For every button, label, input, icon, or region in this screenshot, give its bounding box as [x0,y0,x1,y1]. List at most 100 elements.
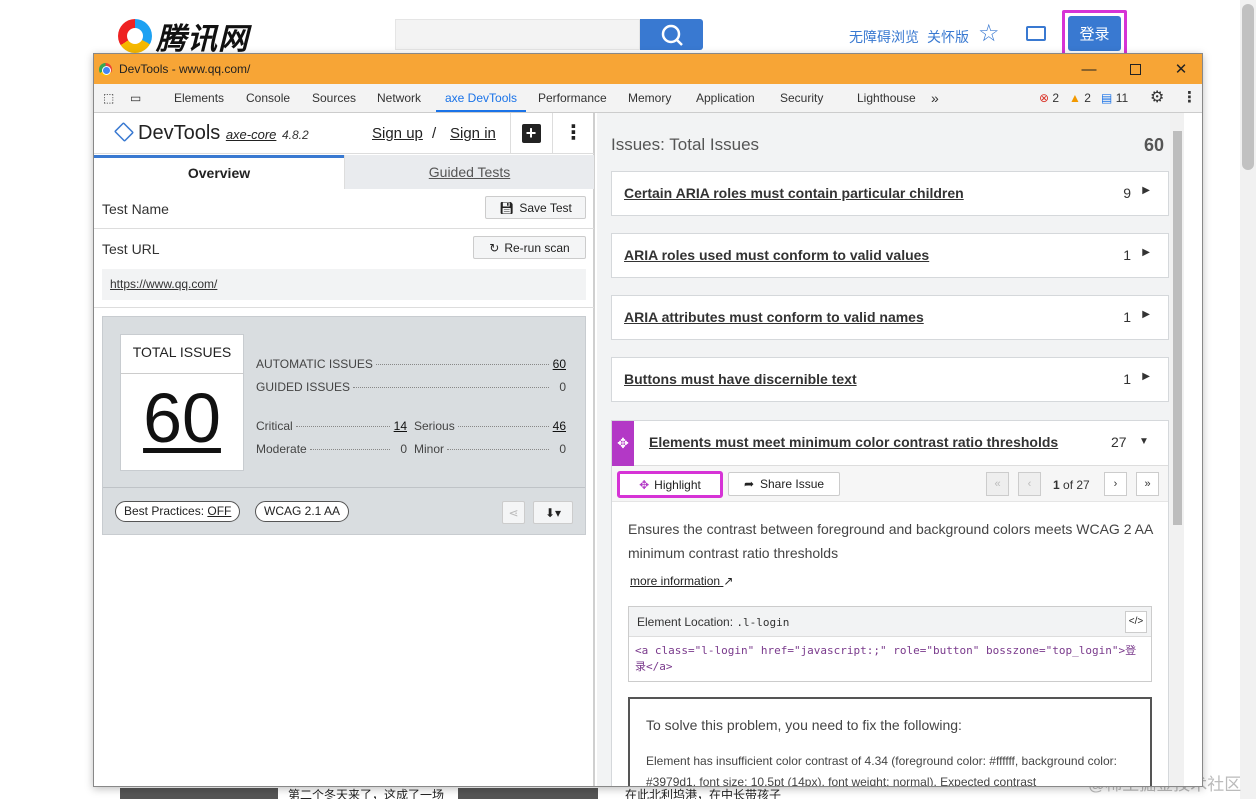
issue-title[interactable]: Buttons must have discernible text [624,371,857,387]
expanded-issue-header[interactable]: ✥ Elements must meet minimum color contr… [612,421,1168,466]
expanded-issue-title[interactable]: Elements must meet minimum color contras… [649,434,1058,450]
tab-memory[interactable]: Memory [628,84,671,112]
sign-in-link[interactable]: Sign in [450,125,496,142]
export-download-icon[interactable]: ⬇▾ [533,501,573,524]
issue-title[interactable]: Certain ARIA roles must contain particul… [624,185,964,201]
issue-title[interactable]: ARIA roles used must conform to valid va… [624,247,929,263]
moderate-row: Moderate 0 [256,442,407,456]
news-headline[interactable]: 第二个冬天来了，这成了一场 [288,786,444,799]
tab-overview[interactable]: Overview [94,155,344,189]
page-scrollbar-thumb[interactable] [1242,4,1254,170]
more-tabs-button[interactable]: » [931,84,939,112]
minimize-button[interactable]: — [1066,54,1112,84]
issue-item[interactable]: Certain ARIA roles must contain particul… [611,171,1169,216]
wcag-level-button[interactable]: WCAG 2.1 AA [255,501,350,522]
new-test-button[interactable]: + [510,113,551,154]
sign-up-link[interactable]: Sign up [372,125,423,142]
save-test-button[interactable]: 💾︎ Save Test [485,196,586,219]
issue-title[interactable]: ARIA attributes must conform to valid na… [624,309,924,325]
issue-count: 1 [1123,309,1131,325]
issues-total-count: 60 [1144,135,1165,155]
rerun-scan-button[interactable]: ↻ Re-run scan [473,236,586,259]
close-button[interactable]: ✕ [1158,54,1202,84]
prev-page-button[interactable]: ‹ [1018,472,1041,496]
message-icon: ▤ [1101,91,1113,105]
news-headline[interactable]: 在此北利坞港，在中长带孩子 [625,786,781,799]
automatic-issues-count[interactable]: 60 [552,357,566,371]
chrome-icon [99,62,112,76]
test-name-label: Test Name [102,201,169,217]
share-issue-button[interactable]: ➦ Share Issue [728,472,840,496]
refresh-icon: ↻ [489,240,500,255]
tab-network[interactable]: Network [377,84,421,112]
element-source-code: <a class="l-login" href="javascript:;" r… [635,644,1137,673]
message-count[interactable]: ▤ 11 [1101,84,1128,112]
summary-footer: Best Practices: OFF WCAG 2.1 AA ⋖ ⬇▾ [103,487,585,535]
settings-gear-icon[interactable]: ⚙ [1150,84,1164,112]
issues-scrollbar-thumb[interactable] [1173,131,1182,525]
divider [94,307,594,308]
error-count[interactable]: ⊗ 2 [1039,84,1059,112]
issue-item[interactable]: ARIA attributes must conform to valid na… [611,295,1169,340]
warning-count[interactable]: ▲ 2 [1069,84,1091,112]
issue-item[interactable]: Buttons must have discernible text 1 ▶ [611,357,1169,402]
element-location-header: Element Location: .l-login [629,607,1151,637]
save-icon: 💾︎ [499,200,515,215]
code-toggle-icon[interactable]: </> [1125,611,1147,633]
next-page-button[interactable]: › [1104,472,1127,496]
tab-lighthouse[interactable]: Lighthouse [857,84,916,112]
pagination-status: 1 of 27 [1053,478,1090,492]
site-links: 无障碍浏览 关怀版 [849,27,977,47]
fix-summary-box: To solve this problem, you need to fix t… [628,697,1152,786]
share-icon[interactable]: ⋖ [502,501,525,524]
issue-item[interactable]: ARIA roles used must conform to valid va… [611,233,1169,278]
star-icon[interactable]: ☆ [978,21,1004,47]
device-toolbar-icon[interactable]: ▭ [130,84,141,112]
tab-performance[interactable]: Performance [538,84,607,112]
issues-panel: Issues: Total Issues 60 Certain ARIA rol… [597,113,1184,786]
tab-axe-devtools[interactable]: axe DevTools [436,84,527,112]
tab-sources[interactable]: Sources [312,84,356,112]
tab-console[interactable]: Console [246,84,290,112]
serious-count[interactable]: 46 [552,419,566,433]
last-page-button[interactable]: » [1136,472,1159,496]
tab-security[interactable]: Security [780,84,823,112]
tab-application[interactable]: Application [696,84,755,112]
sign-separator: / [432,125,437,142]
test-url-link[interactable]: https://www.qq.com/ [102,269,586,300]
total-issues-count[interactable]: 60 [121,374,243,462]
devtools-tabbar: ⬚ ▭ Elements Console Sources Network axe… [94,84,1202,113]
site-search-input[interactable] [395,19,640,50]
issues-scrollbar[interactable] [1170,113,1184,786]
news-thumbnail[interactable] [120,788,278,799]
care-mode-link[interactable]: 关怀版 [927,29,969,45]
inspect-element-icon[interactable]: ⬚ [103,84,114,112]
customize-menu-icon[interactable]: ⋮ [1182,84,1197,112]
critical-count[interactable]: 14 [393,419,407,433]
site-logo[interactable]: 腾讯网 [118,14,249,58]
issue-toolbar: ✥ Highlight ➦ Share Issue « ‹ 1 of 27 › » [612,466,1168,502]
external-link-icon: ↗ [723,574,734,588]
tab-guided-tests[interactable]: Guided Tests [344,155,594,189]
login-button[interactable]: 登录 [1062,10,1127,57]
site-search-button[interactable] [640,19,703,50]
axe-brand: DevTools [138,122,221,144]
more-information-link[interactable]: more information ↗ [630,574,733,588]
highlight-button[interactable]: ✥ Highlight [617,471,723,498]
axe-logo-icon [113,121,135,143]
axe-core-link[interactable]: axe-core [226,127,277,142]
page-scrollbar[interactable] [1240,0,1256,799]
axe-version: 4.8.2 [281,128,309,142]
devtools-titlebar[interactable]: DevTools - www.qq.com/ — ✕ [94,54,1202,84]
maximize-button[interactable] [1112,54,1158,84]
news-thumbnail[interactable] [458,788,598,799]
devtools-window: DevTools - www.qq.com/ — ✕ ⬚ ▭ Elements … [93,53,1203,787]
target-icon: ✥ [639,477,650,492]
mail-icon[interactable] [1026,26,1046,41]
more-options-icon[interactable]: ⋮ [552,113,594,154]
best-practices-toggle[interactable]: Best Practices: OFF [115,501,241,522]
first-page-button[interactable]: « [986,472,1009,496]
accessible-browse-link[interactable]: 无障碍浏览 [849,29,919,45]
issue-count: 9 [1123,185,1131,201]
tab-elements[interactable]: Elements [174,84,224,112]
